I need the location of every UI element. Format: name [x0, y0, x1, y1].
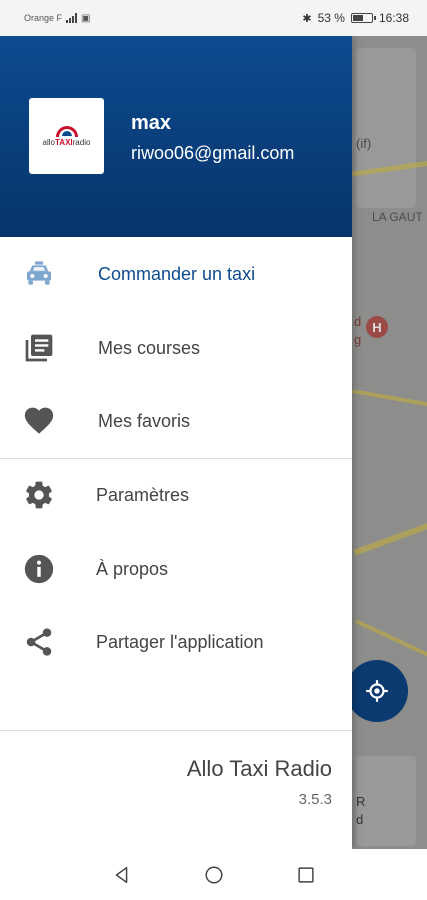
share-icon	[22, 625, 56, 659]
home-button[interactable]	[202, 863, 226, 887]
menu-item-mes-courses[interactable]: Mes courses	[0, 312, 352, 384]
taxi-icon	[22, 257, 56, 291]
notification-icon: ▣	[81, 12, 91, 24]
map-road	[353, 522, 427, 556]
menu-item-label: Partager l'application	[96, 631, 264, 652]
gear-icon	[22, 478, 56, 512]
menu-item-label: Paramètres	[96, 484, 190, 505]
map-label: R	[356, 794, 366, 809]
menu-item-mes-favoris[interactable]: Mes favoris	[0, 385, 352, 457]
home-circle-icon	[204, 865, 223, 884]
map-road	[352, 389, 427, 407]
menu-item-parametres[interactable]: Paramètres	[0, 459, 352, 531]
map-label: LA GAUT	[372, 210, 423, 224]
bluetooth-icon: ✱	[302, 12, 312, 25]
menu-item-label: Commander un taxi	[98, 263, 256, 284]
user-email: riwoo06@gmail.com	[131, 143, 295, 163]
status-bar: Orange F ▣ ✱ 53 % 16:38	[0, 0, 427, 36]
map-road	[354, 619, 427, 657]
logo-suffix: radio	[72, 137, 91, 147]
navigation-drawer: alloTAXIradio max riwoo06@gmail.com Comm…	[0, 36, 352, 849]
map-search-card[interactable]	[356, 48, 416, 208]
app-version: 3.5.3	[298, 791, 332, 808]
logo-arc-icon	[55, 125, 78, 137]
menu-item-label: À propos	[96, 558, 169, 579]
drawer-header: alloTAXIradio max riwoo06@gmail.com	[0, 36, 352, 237]
back-triangle-icon	[115, 866, 127, 883]
recents-square-icon	[297, 866, 314, 883]
map-label: g	[354, 332, 362, 347]
map-label: (if)	[356, 136, 372, 151]
clock: 16:38	[378, 11, 409, 25]
menu-item-commander-taxi[interactable]: Commander un taxi	[0, 238, 352, 310]
menu-item-label: Mes favoris	[98, 410, 191, 431]
back-button[interactable]	[110, 863, 134, 887]
app-name: Allo Taxi Radio	[186, 756, 332, 781]
crosshair-icon	[366, 680, 388, 702]
map-label: d	[356, 812, 364, 827]
battery-percent: 53 %	[317, 11, 345, 25]
footer-divider	[0, 730, 352, 731]
menu-item-partager[interactable]: Partager l'application	[0, 606, 352, 678]
map-bottom-card[interactable]: R d	[356, 756, 416, 846]
user-name: max	[131, 112, 172, 134]
hospital-marker-icon[interactable]: H	[366, 316, 388, 338]
logo-brand: TAXI	[55, 137, 73, 147]
list-icon	[22, 331, 56, 365]
carrier-label: Orange F	[24, 13, 63, 23]
signal-icon	[66, 13, 78, 23]
recents-button[interactable]	[294, 863, 318, 887]
logo-prefix: allo	[42, 137, 55, 147]
info-icon	[22, 552, 56, 586]
menu-item-label: Mes courses	[98, 337, 201, 358]
app-logo: alloTAXIradio	[29, 98, 104, 174]
menu-item-a-propos[interactable]: À propos	[0, 533, 352, 605]
locate-me-button[interactable]	[346, 660, 408, 722]
map-label: d	[354, 314, 362, 329]
heart-icon	[22, 404, 56, 438]
system-nav-bar	[0, 849, 427, 900]
battery-icon	[350, 13, 376, 23]
